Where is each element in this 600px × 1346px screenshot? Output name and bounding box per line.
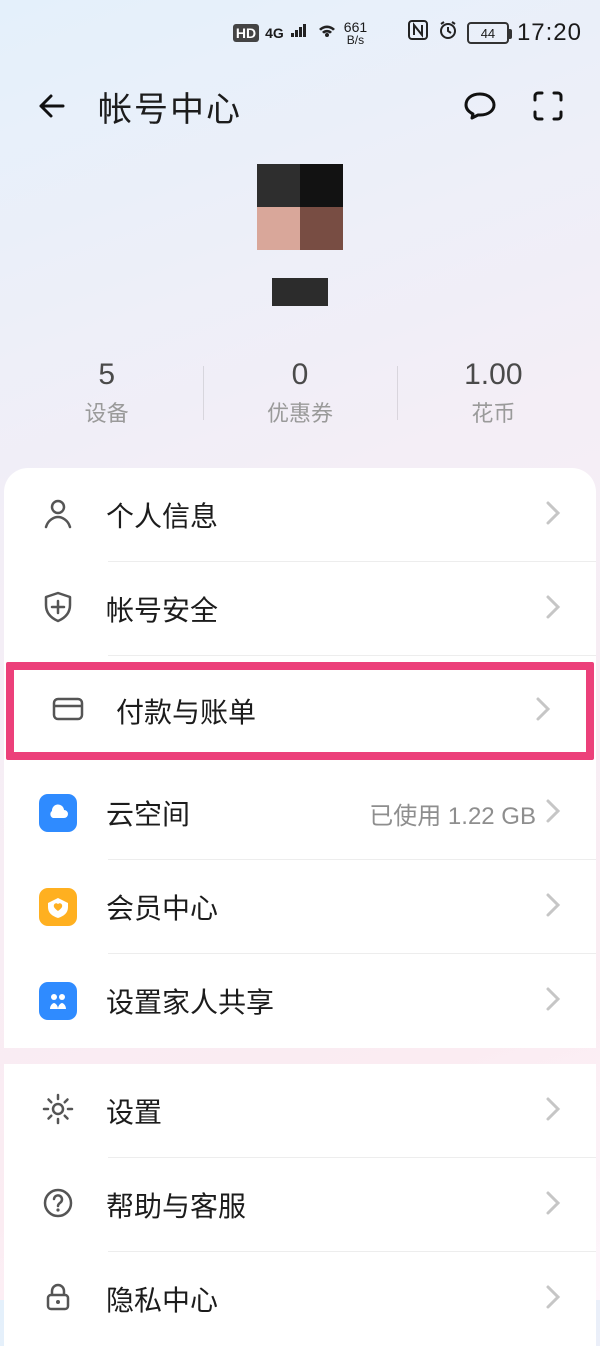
status-bar: HD 4G 661 B/s 44 17:20	[0, 0, 600, 66]
stat-coupons-label: 优惠券	[203, 396, 396, 428]
alarm-icon	[437, 19, 459, 47]
back-button[interactable]	[30, 84, 74, 128]
row-cloud[interactable]: 云空间 已使用 1.22 GB	[4, 766, 596, 860]
chevron-right-icon	[544, 499, 562, 532]
scan-button[interactable]	[526, 84, 570, 128]
lock-icon	[40, 1279, 76, 1320]
stat-devices-value: 5	[10, 358, 203, 392]
hd-badge: HD	[233, 24, 259, 42]
chevron-right-icon	[544, 891, 562, 924]
row-personal-info[interactable]: 个人信息	[4, 468, 596, 562]
row-settings[interactable]: 设置	[4, 1064, 596, 1158]
row-label: 帮助与客服	[106, 1185, 544, 1225]
profile-section	[0, 146, 600, 306]
chevron-right-icon	[544, 1189, 562, 1222]
row-help-support[interactable]: 帮助与客服	[4, 1158, 596, 1252]
person-icon	[40, 495, 76, 536]
highlight-frame: 付款与账单	[6, 662, 594, 760]
net-speed: 661 B/s	[344, 20, 367, 46]
row-label: 云空间	[106, 793, 369, 833]
gear-icon	[40, 1091, 76, 1132]
chevron-right-icon	[544, 985, 562, 1018]
chevron-right-icon	[544, 797, 562, 830]
row-label: 帐号安全	[106, 589, 544, 629]
chevron-right-icon	[544, 1283, 562, 1316]
net-type-label: 4G	[265, 25, 284, 41]
account-stats: 5 设备 0 优惠券 1.00 花币	[0, 358, 600, 468]
battery-indicator: 44	[467, 22, 509, 44]
page-title: 帐号中心	[98, 82, 434, 131]
help-icon	[40, 1185, 76, 1226]
cloud-usage-text: 已使用 1.22 GB	[369, 796, 536, 831]
row-label: 个人信息	[106, 495, 544, 535]
row-label: 会员中心	[106, 887, 544, 927]
row-member-center[interactable]: 会员中心	[4, 860, 596, 954]
avatar[interactable]	[257, 164, 343, 250]
stat-coins[interactable]: 1.00 花币	[397, 358, 590, 428]
card-icon	[50, 691, 86, 732]
page-header: 帐号中心	[0, 66, 600, 146]
row-account-security[interactable]: 帐号安全	[4, 562, 596, 656]
row-label: 设置家人共享	[106, 981, 544, 1021]
chevron-right-icon	[544, 593, 562, 626]
stat-devices[interactable]: 5 设备	[10, 358, 203, 428]
row-label: 设置	[106, 1091, 544, 1131]
stat-coins-label: 花币	[397, 396, 590, 428]
username	[272, 278, 328, 306]
row-payment-billing[interactable]: 付款与账单	[14, 670, 586, 752]
chevron-right-icon	[534, 695, 552, 728]
heart-badge-icon	[39, 888, 77, 926]
stat-devices-label: 设备	[10, 396, 203, 428]
shield-icon	[40, 589, 76, 630]
family-icon	[39, 982, 77, 1020]
messages-button[interactable]	[458, 84, 502, 128]
row-label: 隐私中心	[106, 1279, 544, 1319]
stat-coupons-value: 0	[203, 358, 396, 392]
row-family-sharing[interactable]: 设置家人共享	[4, 954, 596, 1048]
stat-coupons[interactable]: 0 优惠券	[203, 358, 396, 428]
nfc-icon	[407, 19, 429, 47]
clock: 17:20	[517, 19, 582, 47]
wifi-icon	[316, 22, 338, 45]
signal-icon	[290, 22, 310, 45]
stat-coins-value: 1.00	[397, 358, 590, 392]
chevron-right-icon	[544, 1095, 562, 1128]
row-label: 付款与账单	[116, 691, 534, 731]
menu-card-1: 个人信息 帐号安全 付款与账单 云空间 已使用 1.22 GB	[4, 468, 596, 1048]
cloud-icon	[39, 794, 77, 832]
row-privacy-center[interactable]: 隐私中心	[4, 1252, 596, 1346]
menu-card-2: 设置 帮助与客服 隐私中心	[4, 1064, 596, 1346]
